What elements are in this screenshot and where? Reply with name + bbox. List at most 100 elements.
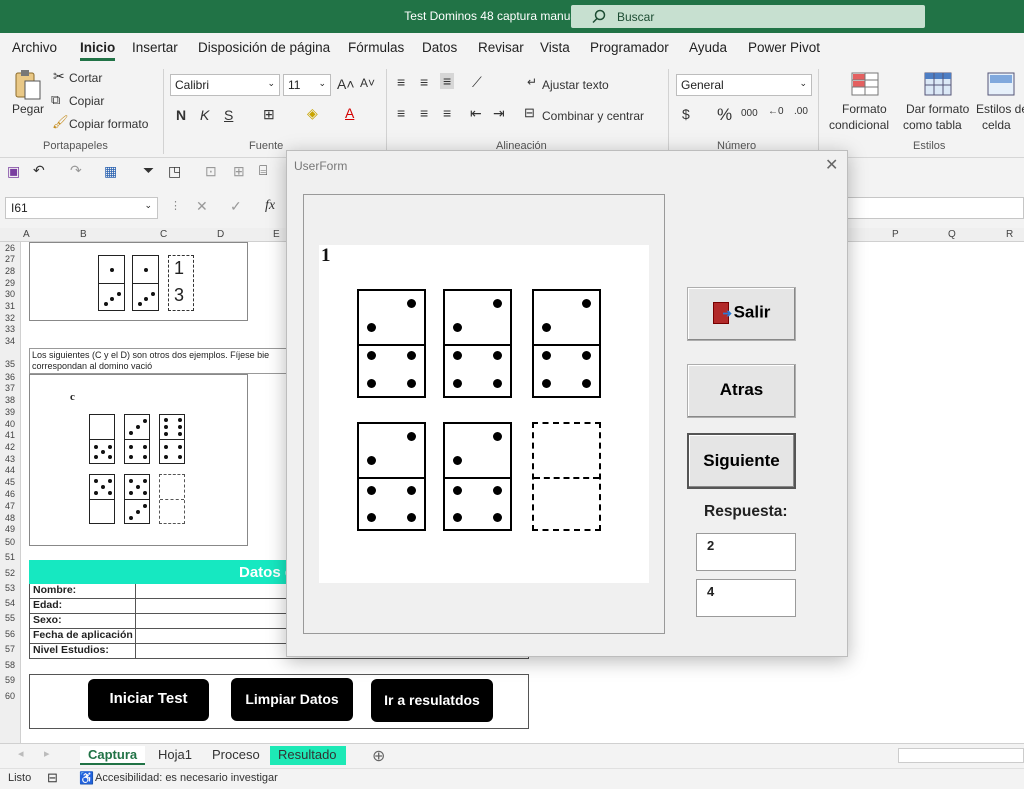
cut-button[interactable]: Cortar xyxy=(69,71,102,85)
tab-power-pivot[interactable]: Power Pivot xyxy=(748,40,820,55)
go-results-button[interactable]: Ir a resulatdos xyxy=(371,679,493,722)
thousands-icon[interactable]: 000 xyxy=(741,108,758,119)
font-size-select[interactable]: 11 ⌄ xyxy=(283,74,331,96)
row-number[interactable]: 26 xyxy=(0,243,20,253)
filter-icon[interactable]: ⏷ xyxy=(143,162,154,179)
accessibility-icon[interactable]: ♿ xyxy=(79,771,94,785)
tab-captura[interactable]: Captura xyxy=(80,746,146,765)
copy-button[interactable]: Copiar xyxy=(69,94,104,108)
back-button[interactable]: Atras xyxy=(687,364,796,418)
column-header[interactable]: D xyxy=(217,229,224,240)
camera-icon[interactable]: ⌸ xyxy=(259,162,267,179)
align-bottom-icon[interactable]: ≡ xyxy=(440,73,455,89)
currency-icon[interactable]: $ xyxy=(682,106,690,122)
row-number[interactable]: 57 xyxy=(0,644,20,654)
add-sheet-icon[interactable]: ⊕ xyxy=(372,746,385,766)
bold-button[interactable]: N xyxy=(176,107,186,123)
tab-proceso[interactable]: Proceso xyxy=(204,746,268,765)
shapes-icon[interactable]: ◳ xyxy=(168,163,181,180)
row-number[interactable]: 50 xyxy=(0,537,20,547)
clear-data-button[interactable]: Limpiar Datos xyxy=(231,678,353,721)
row-number[interactable]: 40 xyxy=(0,419,20,429)
row-number[interactable]: 27 xyxy=(0,254,20,264)
save-icon[interactable]: ▣ xyxy=(7,163,20,180)
cancel-icon[interactable]: ✕ xyxy=(196,198,208,215)
tab-revisar[interactable]: Revisar xyxy=(478,40,524,55)
row-number[interactable]: 34 xyxy=(0,336,20,346)
cell-styles-line2[interactable]: celda xyxy=(982,118,1011,132)
horizontal-scrollbar[interactable] xyxy=(898,748,1024,763)
row-number[interactable]: 47 xyxy=(0,501,20,511)
row-number[interactable]: 59 xyxy=(0,675,20,685)
group-icon[interactable]: ⊡ xyxy=(205,163,217,180)
row-number[interactable]: 41 xyxy=(0,430,20,440)
column-header[interactable]: R xyxy=(1006,229,1013,240)
table-format-line2[interactable]: como tabla xyxy=(903,118,962,132)
tab-formulas[interactable]: Fórmulas xyxy=(348,40,404,55)
row-number[interactable]: 38 xyxy=(0,395,20,405)
row-number[interactable]: 58 xyxy=(0,660,20,670)
confirm-icon[interactable]: ✓ xyxy=(230,198,242,215)
italic-button[interactable]: K xyxy=(200,107,209,123)
row-number[interactable]: 52 xyxy=(0,568,20,578)
increase-decimal-icon[interactable]: ←0 xyxy=(768,106,784,117)
row-number[interactable]: 54 xyxy=(0,598,20,608)
row-number[interactable]: 42 xyxy=(0,442,20,452)
fill-color-icon[interactable]: ◈ xyxy=(307,105,318,122)
row-number[interactable]: 31 xyxy=(0,301,20,311)
row-number[interactable]: 29 xyxy=(0,278,20,288)
answer-top-input[interactable]: 2 xyxy=(696,533,796,571)
decrease-indent-icon[interactable]: ⇤ xyxy=(470,105,482,122)
row-number[interactable]: 37 xyxy=(0,383,20,393)
column-header[interactable]: C xyxy=(160,229,167,240)
underline-button[interactable]: S xyxy=(224,107,233,123)
scroll-right-icon[interactable]: ▸ xyxy=(44,747,50,760)
row-number[interactable]: 48 xyxy=(0,513,20,523)
row-number[interactable]: 56 xyxy=(0,629,20,639)
table-format-line1[interactable]: Dar formato xyxy=(906,102,969,116)
align-left-icon[interactable]: ≡ xyxy=(397,105,405,121)
tab-disposicion[interactable]: Disposición de página xyxy=(198,40,330,55)
paste-icon[interactable] xyxy=(13,69,43,101)
row-number[interactable]: 55 xyxy=(0,613,20,623)
search-box[interactable]: Buscar xyxy=(571,5,925,28)
row-number[interactable]: 60 xyxy=(0,691,20,701)
accessibility-status[interactable]: Accesibilidad: es necesario investigar xyxy=(95,772,278,784)
redo-icon[interactable]: ↷ xyxy=(70,162,82,179)
next-button[interactable]: Siguiente xyxy=(687,433,796,489)
tab-vista[interactable]: Vista xyxy=(540,40,570,55)
font-color-icon[interactable]: A xyxy=(345,105,354,121)
row-number[interactable]: 30 xyxy=(0,289,20,299)
decrease-decimal-icon[interactable]: .00 xyxy=(794,106,808,117)
row-number[interactable]: 36 xyxy=(0,372,20,382)
row-number[interactable]: 51 xyxy=(0,552,20,562)
row-number[interactable]: 32 xyxy=(0,313,20,323)
conditional-format-line1[interactable]: Formato xyxy=(842,102,887,116)
name-box[interactable]: I61 ⌄ xyxy=(5,197,158,219)
macro-record-icon[interactable]: ⊟ xyxy=(47,770,58,786)
tab-ayuda[interactable]: Ayuda xyxy=(689,40,727,55)
row-number[interactable]: 33 xyxy=(0,324,20,334)
row-number[interactable]: 49 xyxy=(0,524,20,534)
increase-indent-icon[interactable]: ⇥ xyxy=(493,105,505,122)
borders-icon[interactable]: ⊞ xyxy=(263,106,275,123)
exit-button[interactable]: ➔ Salir xyxy=(687,287,796,341)
wrap-text-button[interactable]: Ajustar texto xyxy=(542,78,609,92)
column-header[interactable]: E xyxy=(273,229,280,240)
align-center-icon[interactable]: ≡ xyxy=(420,105,428,121)
orientation-icon[interactable]: ⟋ xyxy=(472,74,482,91)
row-number[interactable]: 28 xyxy=(0,266,20,276)
number-format-select[interactable]: General ⌄ xyxy=(676,74,812,96)
tab-programador[interactable]: Programador xyxy=(590,40,669,55)
align-right-icon[interactable]: ≡ xyxy=(443,105,451,121)
grow-font-icon[interactable]: A˄ xyxy=(337,76,355,92)
column-header[interactable]: P xyxy=(892,229,899,240)
align-top-icon[interactable]: ≡ xyxy=(397,74,405,90)
ungroup-icon[interactable]: ⊞ xyxy=(233,163,245,180)
row-number[interactable]: 53 xyxy=(0,583,20,593)
conditional-format-line2[interactable]: condicional xyxy=(829,118,889,132)
row-number[interactable]: 44 xyxy=(0,465,20,475)
tab-hoja1[interactable]: Hoja1 xyxy=(150,746,200,765)
undo-icon[interactable]: ↶ xyxy=(33,162,45,179)
start-test-button[interactable]: Iniciar Test xyxy=(88,679,209,721)
